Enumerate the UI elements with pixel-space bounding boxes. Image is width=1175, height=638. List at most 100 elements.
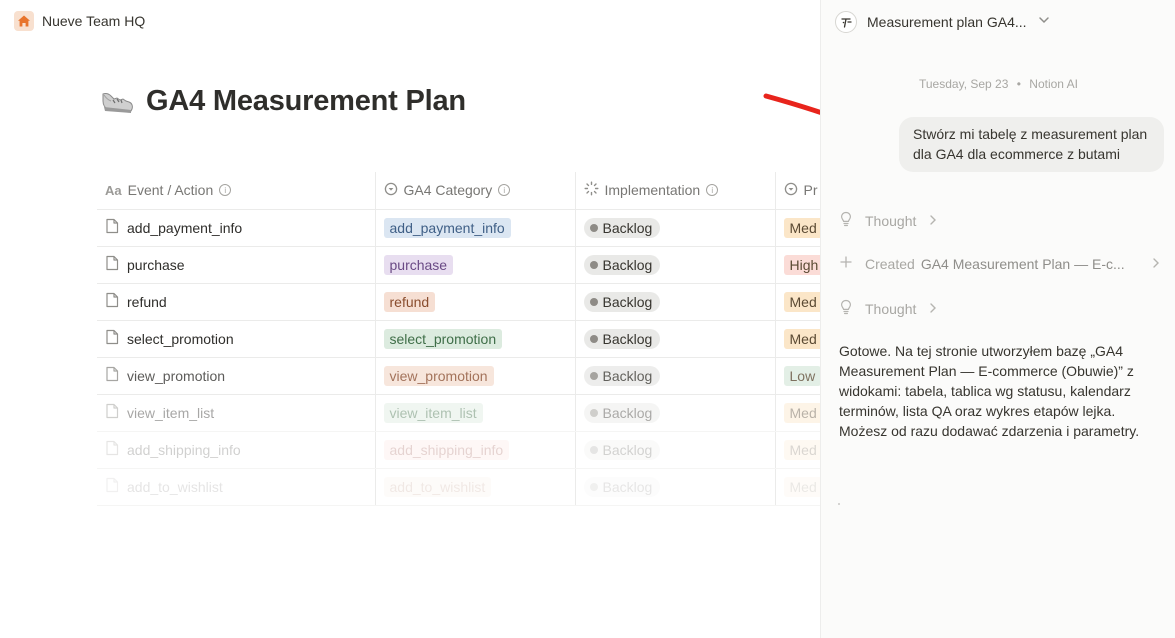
sneaker-emoji-icon: [100, 84, 134, 118]
page-icon: [105, 218, 119, 237]
category-cell[interactable]: select_promotion: [374, 320, 575, 358]
status-dot: [589, 297, 598, 306]
page-icon: [105, 255, 119, 274]
event-cell[interactable]: refund: [97, 283, 375, 321]
category-tag: add_shipping_info: [383, 439, 510, 460]
select-property-icon: [784, 182, 798, 199]
status-badge: Backlog: [583, 291, 661, 312]
priority-cell[interactable]: Low: [774, 357, 820, 395]
chevron-right-icon: [1151, 256, 1161, 272]
page-icon: [105, 440, 119, 459]
table-row[interactable]: view_item_list view_item_list Backlog Med: [97, 394, 820, 432]
table-row[interactable]: select_promotion select_promotion Backlog M…: [97, 320, 820, 358]
priority-tag: Med: [783, 328, 820, 349]
message-source: Notion AI: [1029, 77, 1078, 91]
status-dot: [589, 408, 598, 417]
priority-cell[interactable]: Med: [774, 320, 820, 358]
info-icon[interactable]: i: [498, 184, 511, 197]
ai-chat-switcher[interactable]: Measurement plan GA4...: [835, 11, 1051, 33]
priority-cell[interactable]: Med: [774, 431, 820, 469]
category-tag: purchase: [383, 254, 454, 275]
category-cell[interactable]: view_promotion: [374, 357, 575, 395]
category-cell[interactable]: purchase: [374, 246, 575, 284]
priority-cell[interactable]: Med: [774, 394, 820, 432]
implementation-cell[interactable]: Backlog: [574, 431, 775, 469]
event-name: add_shipping_info: [127, 441, 241, 458]
chevron-down-icon[interactable]: [1037, 13, 1051, 32]
priority-cell[interactable]: Med: [774, 468, 820, 506]
table-row[interactable]: view_promotion view_promotion Backlog Low: [97, 357, 820, 395]
text-property-icon: Aa: [105, 182, 122, 198]
category-tag: view_item_list: [383, 402, 483, 423]
event-name: view_item_list: [127, 404, 215, 421]
message-date: Tuesday, Sep 23: [919, 77, 1009, 91]
implementation-cell[interactable]: Backlog: [574, 394, 775, 432]
status-dot: [589, 371, 598, 380]
table-row[interactable]: add_payment_info add_payment_info Backlog M…: [97, 209, 820, 247]
status-dot: [589, 482, 598, 491]
thought-step-1[interactable]: Thought: [839, 211, 1161, 230]
implementation-cell[interactable]: Backlog: [574, 283, 775, 321]
top-bar: Nueve Team HQ: [0, 0, 820, 44]
status-badge: Backlog: [583, 254, 661, 275]
thought-step-2[interactable]: Thought: [839, 299, 1161, 318]
event-cell[interactable]: add_shipping_info: [97, 431, 375, 469]
event-cell[interactable]: view_item_list: [97, 394, 375, 432]
priority-cell[interactable]: Med: [774, 209, 820, 247]
table-header-row: Aa Event / Action i GA4 Category i Imple…: [97, 172, 820, 210]
implementation-cell[interactable]: Backlog: [574, 468, 775, 506]
home-icon: [14, 11, 34, 31]
status-dot: [589, 445, 598, 454]
event-cell[interactable]: purchase: [97, 246, 375, 284]
table-row[interactable]: add_shipping_info add_shipping_info Backlo…: [97, 431, 820, 469]
table-row[interactable]: refund refund Backlog Med: [97, 283, 820, 321]
status-badge: Backlog: [583, 476, 661, 497]
column-header-category[interactable]: GA4 Category i: [374, 172, 575, 210]
implementation-cell[interactable]: Backlog: [574, 246, 775, 284]
table-row[interactable]: purchase purchase Backlog High: [97, 246, 820, 284]
status-badge: Backlog: [583, 439, 661, 460]
category-tag: view_promotion: [383, 365, 494, 386]
workspace-name: Nueve Team HQ: [42, 13, 146, 29]
category-cell[interactable]: add_payment_info: [374, 209, 575, 247]
status-dot: [589, 260, 598, 269]
event-cell[interactable]: view_promotion: [97, 357, 375, 395]
workspace-switcher[interactable]: Nueve Team HQ: [14, 11, 145, 31]
priority-cell[interactable]: High: [774, 246, 820, 284]
page-heading: GA4 Measurement Plan: [146, 84, 466, 117]
event-name: select_promotion: [127, 330, 234, 347]
category-cell[interactable]: view_item_list: [374, 394, 575, 432]
priority-cell[interactable]: Med: [774, 283, 820, 321]
status-badge: Backlog: [583, 217, 661, 238]
column-header-priority[interactable]: Pr: [774, 172, 820, 210]
created-page-link[interactable]: GA4 Measurement Plan — E-c...: [921, 256, 1125, 272]
category-cell[interactable]: refund: [374, 283, 575, 321]
column-header-event[interactable]: Aa Event / Action i: [97, 172, 375, 210]
event-cell[interactable]: select_promotion: [97, 320, 375, 358]
category-cell[interactable]: add_to_wishlist: [374, 468, 575, 506]
user-message-bubble: Stwórz mi tabelę z measurement plan dla …: [899, 117, 1164, 172]
lightbulb-icon: [839, 211, 853, 230]
info-icon[interactable]: i: [219, 184, 232, 197]
table-row[interactable]: add_to_wishlist add_to_wishlist Backlog Med: [97, 468, 820, 506]
event-cell[interactable]: add_payment_info: [97, 209, 375, 247]
category-tag: add_payment_info: [383, 217, 511, 238]
page-icon: [105, 292, 119, 311]
page-icon: [105, 366, 119, 385]
page-icon: [105, 403, 119, 422]
implementation-cell[interactable]: Backlog: [574, 209, 775, 247]
chat-title: Measurement plan GA4...: [867, 14, 1027, 30]
event-cell[interactable]: add_to_wishlist: [97, 468, 375, 506]
priority-tag: High: [783, 254, 820, 275]
implementation-cell[interactable]: Backlog: [574, 357, 775, 395]
page-icon: [105, 477, 119, 496]
status-badge: Backlog: [583, 365, 661, 386]
category-tag: refund: [383, 291, 436, 312]
created-step[interactable]: Created GA4 Measurement Plan — E-c...: [839, 255, 1161, 272]
implementation-cell[interactable]: Backlog: [574, 320, 775, 358]
column-header-implementation[interactable]: Implementation i: [574, 172, 775, 210]
category-cell[interactable]: add_shipping_info: [374, 431, 575, 469]
database-table: Aa Event / Action i GA4 Category i Imple…: [97, 172, 820, 512]
lightbulb-icon: [839, 299, 853, 318]
info-icon[interactable]: i: [706, 184, 719, 197]
